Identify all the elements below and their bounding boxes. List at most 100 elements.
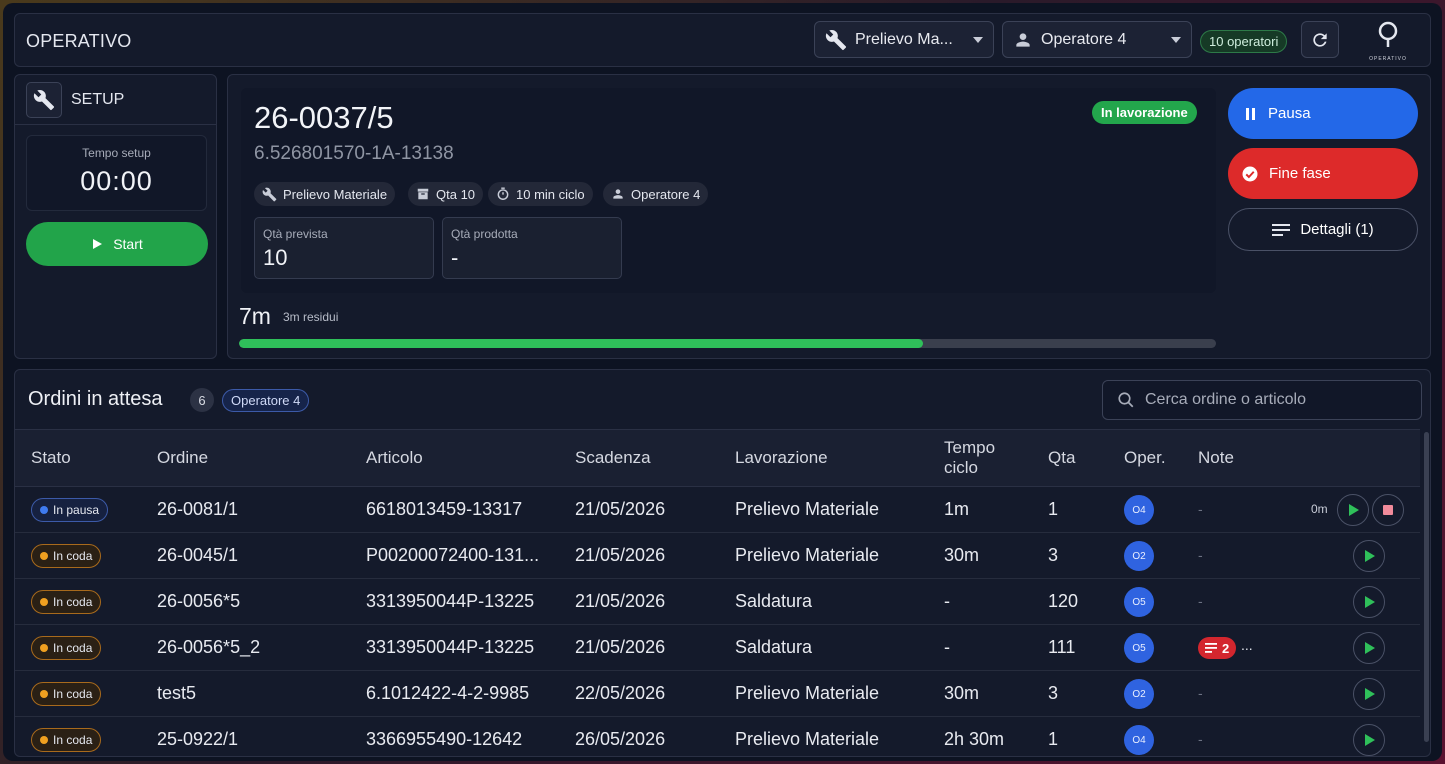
state-label: In coda: [53, 733, 93, 747]
table-scrollbar[interactable]: [1424, 432, 1429, 742]
col-articolo[interactable]: Articolo: [366, 448, 423, 468]
operator-chip: Operatore 4: [603, 182, 709, 206]
start-setup-button[interactable]: Start: [26, 222, 208, 266]
table-row[interactable]: In coda 26-0056*5 3313950044P-13225 21/0…: [15, 579, 1420, 625]
notes-count: 2: [1222, 640, 1230, 656]
col-stato[interactable]: Stato: [31, 448, 71, 468]
article-cell: 3313950044P-13225: [366, 637, 535, 657]
operator-dropdown[interactable]: Operatore 4: [1002, 21, 1192, 58]
pause-button[interactable]: Pausa: [1228, 88, 1418, 139]
col-qta[interactable]: Qta: [1048, 448, 1075, 468]
phase-dropdown[interactable]: Prelievo Ma...: [814, 21, 994, 58]
operator-filter-badge[interactable]: Operatore 4: [222, 389, 310, 412]
state-dot: [40, 506, 48, 514]
produced-qty-value: -: [451, 245, 459, 270]
col-oper[interactable]: Oper.: [1124, 448, 1166, 468]
process-cell: Saldatura: [735, 637, 813, 657]
col-lavorazione[interactable]: Lavorazione: [735, 448, 828, 468]
table-row[interactable]: In coda 25-0922/1 3366955490-12642 26/05…: [15, 717, 1420, 756]
details-button-label: Dettagli (1): [1300, 221, 1374, 238]
qty-cell: 120: [1048, 591, 1079, 611]
search-input[interactable]: [1145, 391, 1405, 409]
order-cell: 26-0056*5: [157, 591, 241, 611]
col-scadenza[interactable]: Scadenza: [575, 448, 651, 468]
qty-cell: 3: [1048, 545, 1059, 565]
table-row[interactable]: In coda 26-0056*5_2 3313950044P-13225 21…: [15, 625, 1420, 671]
details-button[interactable]: Dettagli (1): [1228, 208, 1418, 251]
refresh-button[interactable]: [1301, 21, 1339, 58]
list-icon: [1272, 223, 1291, 236]
state-dot: [40, 736, 48, 744]
state-badge: In coda: [31, 544, 102, 568]
cycle-chip-label: 10 min ciclo: [516, 186, 585, 202]
planned-qty-label: Qtà prevista: [263, 227, 328, 241]
col-ordine[interactable]: Ordine: [157, 448, 208, 468]
process-cell: Prelievo Materiale: [735, 729, 880, 749]
start-order-button[interactable]: [1353, 724, 1385, 756]
resume-button[interactable]: [1337, 494, 1369, 526]
due-cell: 21/05/2026: [575, 637, 666, 657]
state-badge: In coda: [31, 682, 102, 706]
operator-avatar: O4: [1124, 495, 1154, 525]
cycle-cell: -: [944, 637, 950, 657]
end-phase-button[interactable]: Fine fase: [1228, 148, 1418, 199]
article-cell: 3366955490-12642: [366, 729, 523, 749]
play-icon: [93, 239, 103, 249]
top-bar: OPERATIVO Prelievo Ma... Operatore 4 10 …: [14, 13, 1431, 67]
play-icon: [1364, 550, 1375, 562]
state-badge: In coda: [31, 590, 102, 614]
start-order-button[interactable]: [1353, 678, 1385, 710]
state-label: In coda: [53, 687, 93, 701]
logo-text: OPERATIVO: [1369, 56, 1407, 62]
row-timer: 0m: [1311, 502, 1328, 516]
col-tempo-ciclo[interactable]: Tempo ciclo: [944, 438, 995, 479]
produced-qty-box: Qtà prodotta -: [442, 217, 622, 279]
note-cell: -: [1198, 685, 1203, 701]
due-cell: 21/05/2026: [575, 591, 666, 611]
phase-chip: Prelievo Materiale: [254, 182, 396, 206]
start-order-button[interactable]: [1353, 632, 1385, 664]
wrench-icon: [825, 29, 847, 50]
article-cell: 3313950044P-13225: [366, 591, 535, 611]
stop-icon: [1383, 505, 1393, 515]
qty-cell: 1: [1048, 729, 1059, 749]
cycle-cell: 2h 30m: [944, 729, 1005, 749]
state-dot: [40, 552, 48, 560]
operator-avatar: O5: [1124, 587, 1154, 617]
orders-panel: Ordini in attesa 6 Operatore 4 Stato Ord…: [14, 369, 1431, 757]
chevron-down-icon: [1171, 36, 1181, 43]
current-job-panel: 26-0037/5 6.526801570-1A-13138 In lavora…: [227, 74, 1431, 359]
table-row[interactable]: In coda test5 6.1012422-4-2-9985 22/05/2…: [15, 671, 1420, 717]
state-badge: In coda: [31, 636, 102, 660]
chevron-down-icon: [973, 36, 983, 43]
order-cell: test5: [157, 683, 197, 703]
due-cell: 21/05/2026: [575, 499, 666, 519]
setup-title: SETUP: [71, 91, 125, 108]
planned-qty-value: 10: [263, 245, 288, 270]
qty-cell: 1: [1048, 499, 1059, 519]
search-icon: [1118, 392, 1134, 408]
notes-badge[interactable]: 2: [1198, 637, 1237, 659]
start-order-button[interactable]: [1353, 586, 1385, 618]
operators-count-badge[interactable]: 10 operatori: [1200, 30, 1288, 53]
start-order-button[interactable]: [1353, 540, 1385, 572]
note-cell: -: [1198, 501, 1203, 517]
play-icon: [1364, 734, 1375, 746]
table-row[interactable]: In coda 26-0045/1 P00200072400-131... 21…: [15, 533, 1420, 579]
box-icon: [417, 188, 429, 200]
current-job-card: 26-0037/5 6.526801570-1A-13138 In lavora…: [241, 88, 1216, 293]
orders-count-badge: 6: [190, 388, 214, 412]
play-icon: [1364, 688, 1375, 700]
stop-button[interactable]: [1372, 494, 1404, 526]
note-cell: -: [1198, 547, 1203, 563]
col-note[interactable]: Note: [1198, 448, 1234, 468]
due-cell: 21/05/2026: [575, 545, 666, 565]
state-label: In pausa: [53, 503, 100, 517]
table-row[interactable]: In pausa 26-0081/1 6618013459-13317 21/0…: [15, 487, 1420, 533]
setup-timer: Tempo setup 00:00: [26, 135, 207, 211]
job-progress-bar: [239, 339, 1216, 348]
orders-title: Ordini in attesa: [28, 388, 163, 410]
refresh-icon: [1313, 32, 1327, 47]
remaining-time: 3m residui: [283, 310, 339, 324]
person-icon: [1016, 32, 1030, 47]
